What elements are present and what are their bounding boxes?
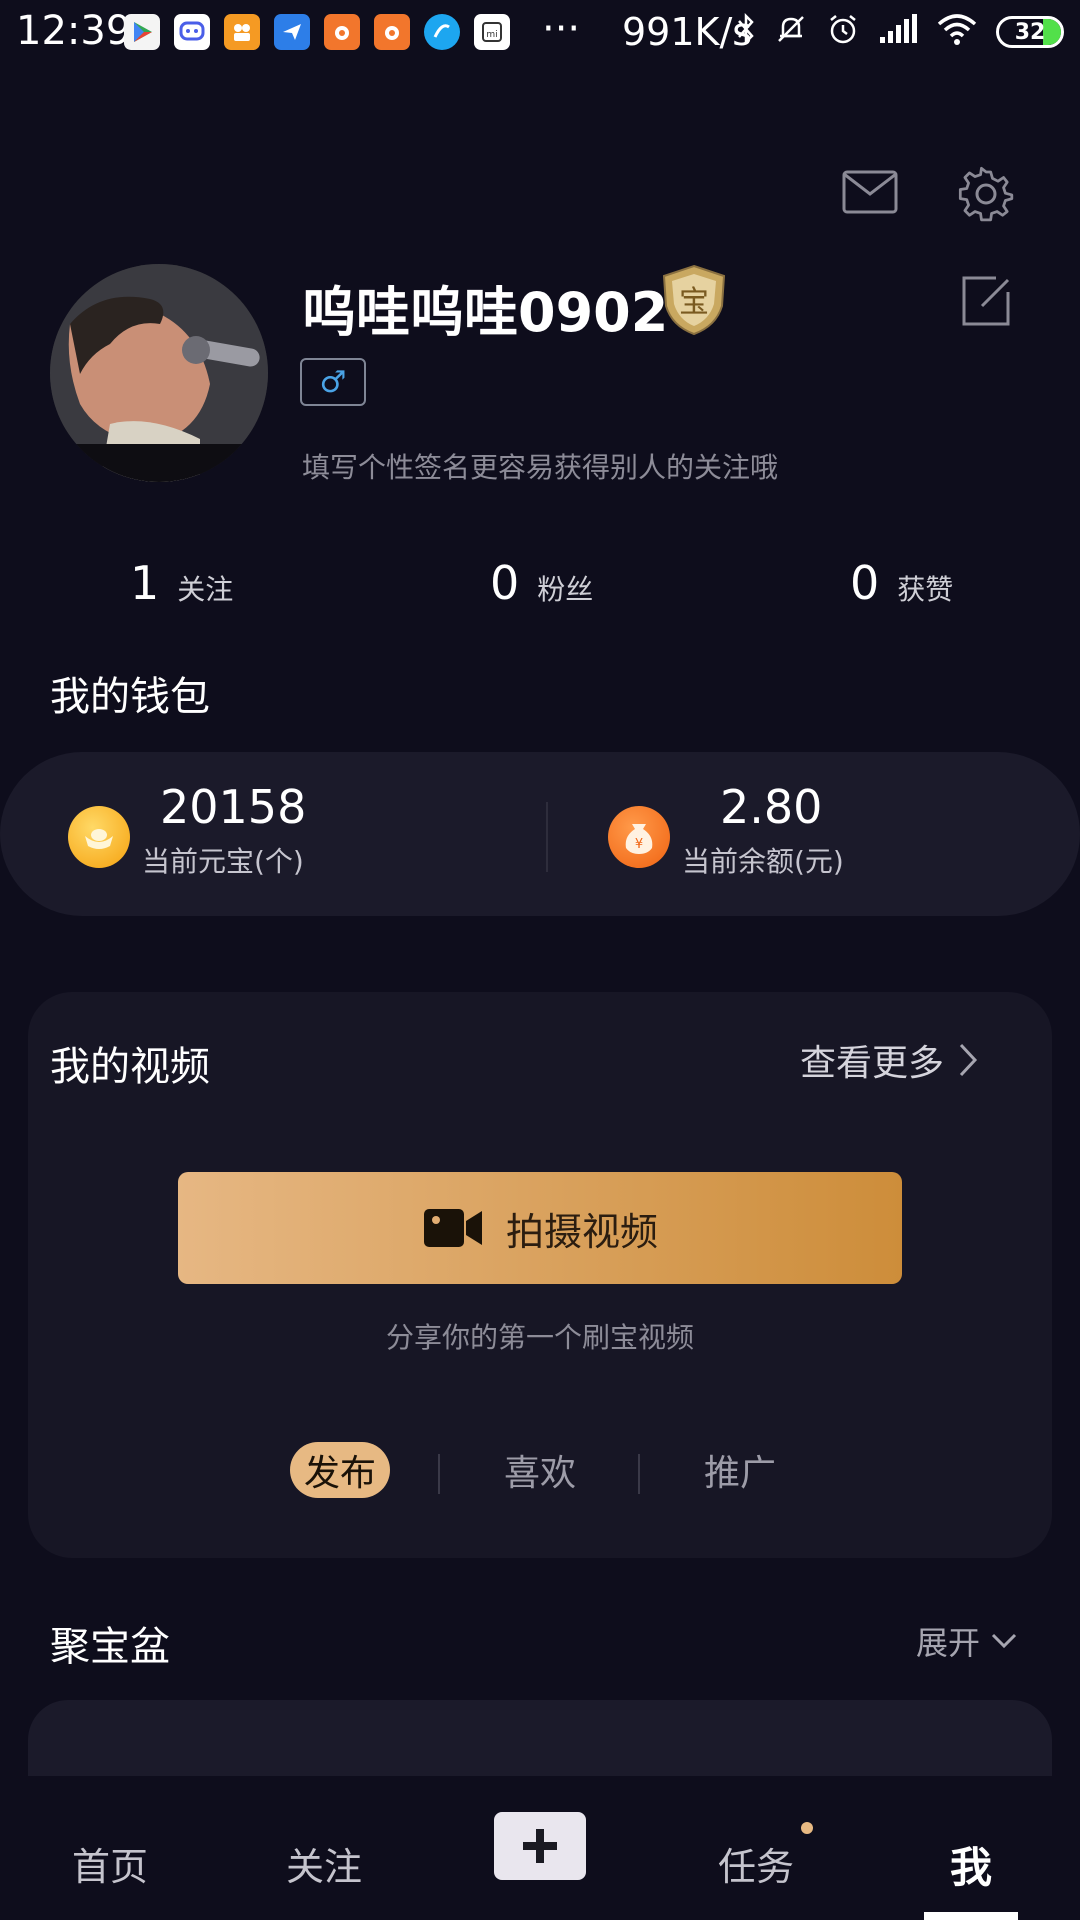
balance-amount: 2.80 — [720, 780, 823, 834]
wallet-title: 我的钱包 — [50, 674, 210, 720]
blue-app-icon — [424, 14, 460, 50]
wallet-card: 20158 当前元宝(个) ¥ 2.80 当前余额(元) — [0, 752, 1080, 916]
money-bag-icon: ¥ — [608, 806, 670, 868]
stat-fans[interactable]: 0 粉丝 — [490, 556, 593, 610]
view-more-link[interactable]: 查看更多 — [800, 1034, 978, 1086]
battery-indicator: 32 — [996, 16, 1064, 48]
alarm-icon — [830, 15, 856, 44]
stat-following-label: 关注 — [177, 573, 234, 606]
more-notifications-icon: ··· — [542, 6, 581, 52]
message-icon — [174, 14, 210, 50]
svg-text:mi: mi — [486, 30, 497, 40]
video-app-icon — [224, 14, 260, 50]
tab-likes[interactable]: 喜欢 — [488, 1442, 592, 1498]
svg-text:宝: 宝 — [679, 285, 709, 320]
nav-tasks[interactable]: 任务 — [718, 1836, 794, 1891]
stat-likes-count: 0 — [850, 556, 880, 610]
jubaopen-title: 聚宝盆 — [50, 1624, 170, 1670]
nav-active-indicator — [924, 1912, 1018, 1920]
bottom-nav: 首页 关注 任务 我 — [0, 1776, 1080, 1920]
bird-app-icon — [274, 14, 310, 50]
mute-icon — [778, 16, 804, 42]
status-time: 12:39 — [16, 8, 132, 54]
squirrel-app-icon — [324, 14, 360, 50]
balance-label: 当前余额(元) — [682, 845, 844, 878]
my-videos-title: 我的视频 — [50, 1044, 210, 1090]
share-hint: 分享你的第一个刷宝视频 — [385, 1321, 694, 1354]
signature-placeholder[interactable]: 填写个性签名更容易获得别人的关注哦 — [302, 446, 778, 486]
stat-fans-label: 粉丝 — [537, 573, 594, 606]
wallet-divider — [546, 802, 548, 872]
tab-publish[interactable]: 发布 — [290, 1442, 390, 1498]
bluetooth-icon — [738, 12, 754, 46]
stat-following[interactable]: 1 关注 — [130, 556, 233, 610]
publish-plus-button[interactable] — [494, 1812, 586, 1880]
status-bar: 12:39 mi ··· 991K/s 32 — [0, 0, 1080, 66]
tasks-notification-dot — [801, 1822, 813, 1834]
ingot-count: 20158 — [160, 780, 307, 834]
chevron-down-icon — [991, 1633, 1017, 1649]
view-more-label: 查看更多 — [800, 1043, 945, 1084]
expand-toggle[interactable]: 展开 — [916, 1618, 1018, 1664]
system-icons — [736, 12, 978, 46]
male-icon: ♂ — [319, 364, 347, 400]
mail-icon[interactable] — [842, 170, 898, 218]
net-speed: 991K/s — [622, 10, 753, 54]
treasure-badge-icon: 宝 — [656, 262, 732, 342]
squirrel-app-icon-2 — [374, 14, 410, 50]
plus-icon — [523, 1829, 557, 1863]
nav-me[interactable]: 我 — [950, 1834, 992, 1895]
stat-likes[interactable]: 0 获赞 — [850, 556, 953, 610]
username: 呜哇呜哇0902 — [302, 281, 669, 344]
signal-icon — [880, 14, 917, 43]
video-camera-icon — [423, 1209, 482, 1247]
svg-text:¥: ¥ — [635, 837, 643, 852]
avatar[interactable] — [50, 264, 268, 482]
tab-divider — [438, 1454, 440, 1494]
tab-divider — [638, 1454, 640, 1494]
edit-profile-icon[interactable] — [960, 274, 1012, 332]
ingot-label: 当前元宝(个) — [142, 845, 304, 878]
stat-fans-count: 0 — [490, 556, 520, 610]
gear-icon[interactable] — [958, 166, 1014, 226]
nav-following[interactable]: 关注 — [286, 1836, 362, 1891]
ingot-icon — [68, 806, 130, 868]
tab-promote[interactable]: 推广 — [688, 1442, 792, 1498]
wifi-icon — [937, 14, 977, 45]
stat-following-count: 1 — [130, 556, 160, 610]
video-tabs: 发布 喜欢 推广 — [0, 1442, 1080, 1502]
mi-icon: mi — [474, 14, 510, 50]
battery-level: 32 — [1014, 19, 1046, 45]
chevron-right-icon — [959, 1043, 978, 1077]
notification-icons: mi — [124, 14, 510, 50]
stat-likes-label: 获赞 — [897, 573, 954, 606]
shoot-video-button[interactable]: 拍摄视频 — [178, 1172, 902, 1284]
gender-badge: ♂ — [300, 358, 366, 406]
shoot-video-label: 拍摄视频 — [505, 1209, 658, 1254]
expand-label: 展开 — [916, 1624, 981, 1662]
nav-home[interactable]: 首页 — [72, 1836, 148, 1891]
play-store-icon — [124, 14, 160, 50]
